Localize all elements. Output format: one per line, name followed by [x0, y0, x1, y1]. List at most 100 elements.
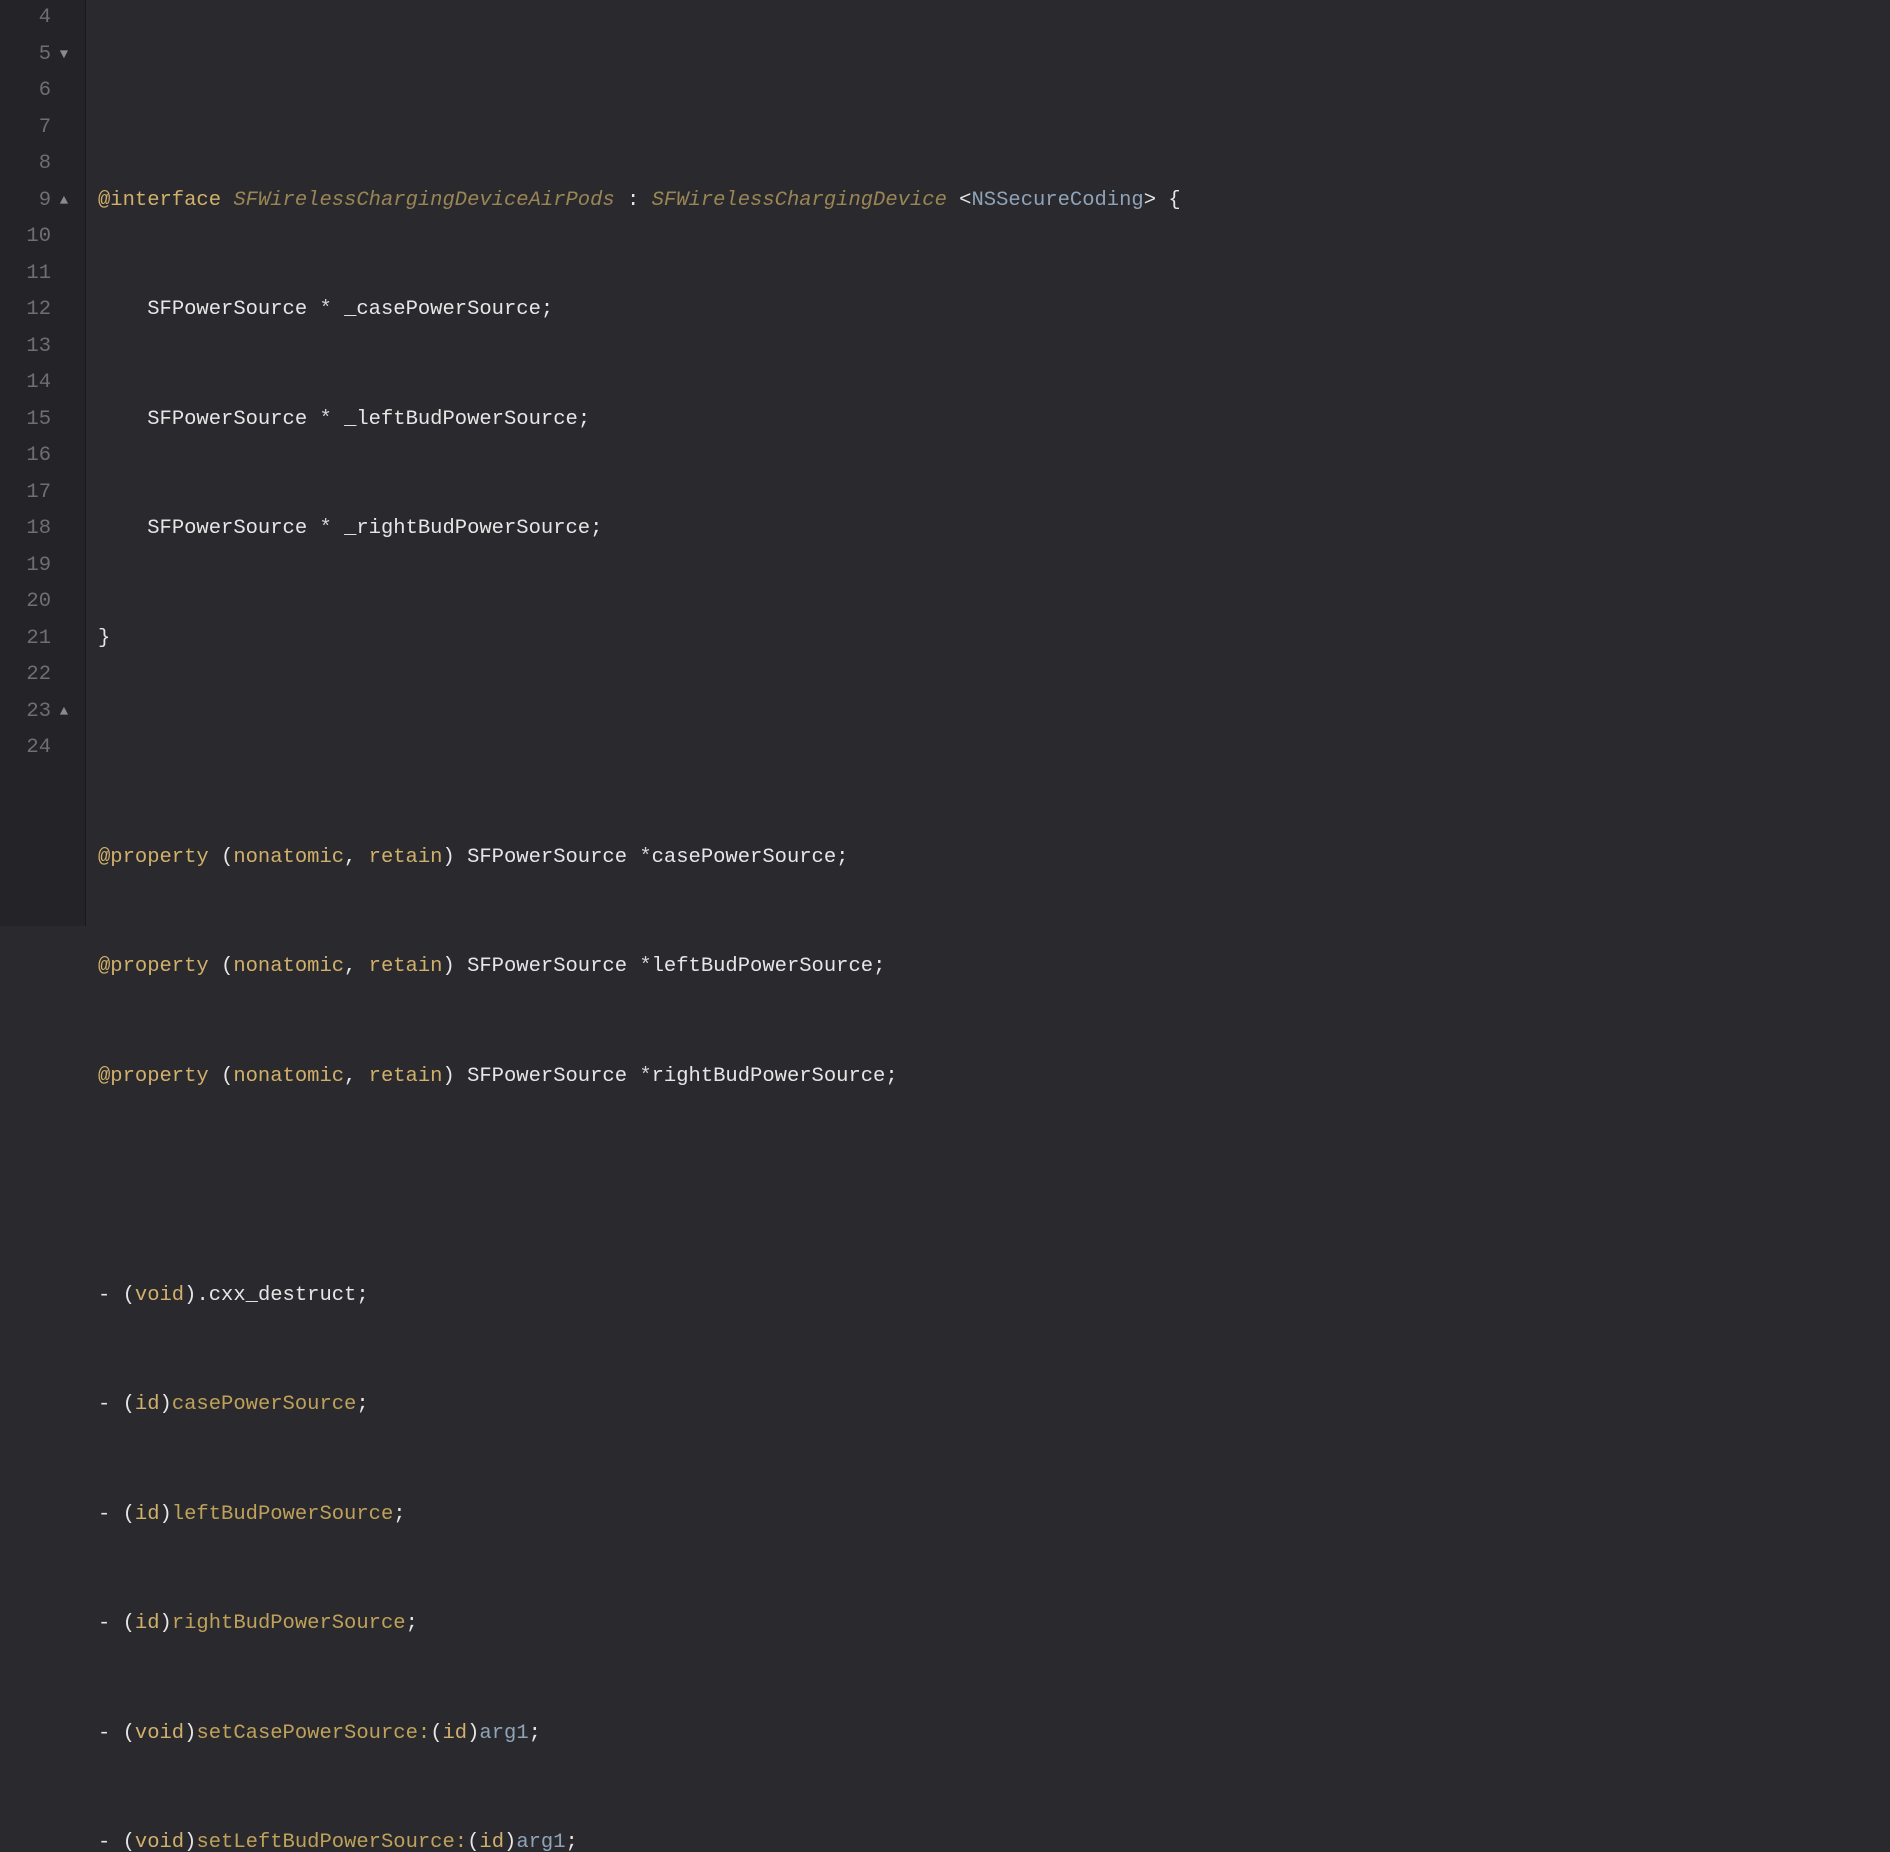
line-number: 12 [21, 292, 51, 329]
code-line: } [98, 621, 1181, 658]
line-number: 20 [21, 584, 51, 621]
line-number: 19 [21, 548, 51, 585]
protocol-name: NSSecureCoding [971, 189, 1143, 212]
code-line: - (void)setLeftBudPowerSource:(id)arg1; [98, 1825, 1181, 1852]
method-name: rightBudPowerSource [172, 1612, 406, 1635]
dash-open: - ( [98, 1393, 135, 1416]
code-line: @interface SFWirelessChargingDeviceAirPo… [98, 183, 1181, 220]
keyword-retain: retain [369, 846, 443, 869]
keyword-nonatomic: nonatomic [233, 1065, 344, 1088]
gutter-line: 8 [0, 146, 77, 183]
arg-name: arg1 [479, 1722, 528, 1745]
code-line [98, 730, 1181, 767]
indent [98, 408, 147, 431]
method-name: setLeftBudPowerSource: [196, 1831, 467, 1852]
ivar-type: SFPowerSource [147, 517, 307, 540]
keyword-property: @property [98, 846, 209, 869]
ivar-type: SFPowerSource [147, 298, 307, 321]
keyword-nonatomic: nonatomic [233, 846, 344, 869]
code-line: SFPowerSource * _casePowerSource; [98, 292, 1181, 329]
gutter-line: 20 [0, 584, 77, 621]
keyword-id: id [135, 1393, 160, 1416]
line-number: 13 [21, 329, 51, 366]
gutter-line: 5▼ [0, 37, 77, 74]
lparen: ( [467, 1831, 479, 1852]
code-line: SFPowerSource * _leftBudPowerSource; [98, 402, 1181, 439]
line-number: 9 [21, 183, 51, 220]
code-line: @property (nonatomic, retain) SFPowerSou… [98, 1059, 1181, 1096]
keyword-property: @property [98, 955, 209, 978]
semicolon: ; [529, 1722, 541, 1745]
prop-type: SFPowerSource [467, 1065, 627, 1088]
space [221, 189, 233, 212]
line-number: 15 [21, 402, 51, 439]
fold-marker[interactable]: ▼ [55, 37, 73, 74]
rparen: ) [504, 1831, 516, 1852]
keyword-id: id [479, 1831, 504, 1852]
semicolon: ; [885, 1065, 897, 1088]
close-brace: } [98, 627, 110, 650]
code-area[interactable]: @interface SFWirelessChargingDeviceAirPo… [86, 0, 1181, 926]
keyword-property: @property [98, 1065, 209, 1088]
prop-type: SFPowerSource [467, 955, 627, 978]
comma: , [344, 1065, 369, 1088]
rparen: ) [442, 955, 467, 978]
code-line [98, 1168, 1181, 1205]
gutter-line: 11 [0, 256, 77, 293]
keyword-id: id [443, 1722, 468, 1745]
rparen: ) [184, 1831, 196, 1852]
gutter-line: 24 [0, 730, 77, 767]
line-gutter: 4 5▼ 6 7 8 9▲ 10 11 12 13 14 15 16 17 18… [0, 0, 86, 926]
line-number: 22 [21, 657, 51, 694]
lparen: ( [209, 1065, 234, 1088]
line-number: 11 [21, 256, 51, 293]
line-number: 14 [21, 365, 51, 402]
star: * [307, 408, 344, 431]
rparen: ) [442, 846, 467, 869]
method-name: leftBudPowerSource [172, 1503, 393, 1526]
line-number: 18 [21, 511, 51, 548]
ivar-type: SFPowerSource [147, 408, 307, 431]
code-line: - (id)leftBudPowerSource; [98, 1497, 1181, 1534]
code-editor: 4 5▼ 6 7 8 9▲ 10 11 12 13 14 15 16 17 18… [0, 0, 1890, 926]
gutter-line: 4 [0, 0, 77, 37]
code-line: - (void)setCasePowerSource:(id)arg1; [98, 1716, 1181, 1753]
gutter-line: 14 [0, 365, 77, 402]
lparen: ( [209, 846, 234, 869]
gutter-line: 23▲ [0, 694, 77, 731]
line-number: 21 [21, 621, 51, 658]
semicolon: ; [356, 1393, 368, 1416]
rparen: ) [184, 1284, 196, 1307]
semicolon: ; [566, 1831, 578, 1852]
fold-marker[interactable]: ▲ [55, 183, 73, 220]
line-number: 17 [21, 475, 51, 512]
dash-open: - ( [98, 1612, 135, 1635]
ivar-name: _casePowerSource [344, 298, 541, 321]
semicolon: ; [873, 955, 885, 978]
proto-close: > { [1144, 189, 1181, 212]
prop-type: SFPowerSource [467, 846, 627, 869]
proto-open: < [947, 189, 972, 212]
line-number: 10 [21, 219, 51, 256]
prop-name: casePowerSource [652, 846, 837, 869]
lparen: ( [430, 1722, 442, 1745]
fold-marker[interactable]: ▲ [55, 694, 73, 731]
rparen: ) [160, 1503, 172, 1526]
colon: : [615, 189, 652, 212]
keyword-nonatomic: nonatomic [233, 955, 344, 978]
code-line: - (id)rightBudPowerSource; [98, 1606, 1181, 1643]
code-line: - (id)casePowerSource; [98, 1387, 1181, 1424]
rparen: ) [184, 1722, 196, 1745]
gutter-line: 9▲ [0, 183, 77, 220]
star: * [627, 955, 652, 978]
semicolon: ; [836, 846, 848, 869]
keyword-void: void [135, 1722, 184, 1745]
gutter-line: 19 [0, 548, 77, 585]
rparen: ) [160, 1612, 172, 1635]
dash-open: - ( [98, 1722, 135, 1745]
line-number: 5 [21, 37, 51, 74]
gutter-line: 12 [0, 292, 77, 329]
keyword-id: id [135, 1503, 160, 1526]
class-name: SFWirelessChargingDeviceAirPods [233, 189, 614, 212]
star: * [307, 298, 344, 321]
